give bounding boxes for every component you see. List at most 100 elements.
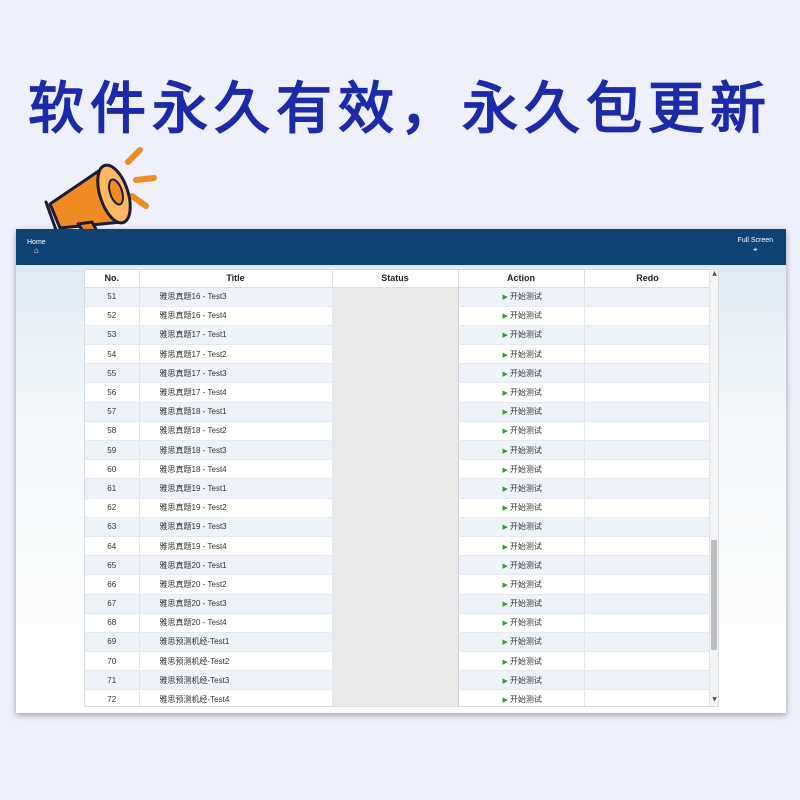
start-test-label: 开始测试 bbox=[509, 426, 542, 436]
row-status bbox=[331, 478, 459, 499]
row-redo[interactable] bbox=[584, 363, 712, 384]
start-test-button[interactable]: ▶ 开始测试 bbox=[458, 498, 585, 518]
row-redo[interactable] bbox=[584, 651, 712, 672]
start-test-button[interactable]: ▶ 开始测试 bbox=[458, 670, 585, 691]
row-redo[interactable] bbox=[584, 402, 712, 422]
start-test-label: 开始测试 bbox=[509, 618, 542, 628]
play-triangle-icon: ▶ bbox=[502, 524, 508, 532]
row-number: 72 bbox=[85, 689, 140, 706]
play-triangle-icon: ▶ bbox=[502, 313, 508, 321]
scroll-thumb[interactable] bbox=[711, 540, 717, 650]
start-test-label: 开始测试 bbox=[509, 330, 542, 340]
vertical-scrollbar[interactable]: ▲ ▼ bbox=[709, 270, 718, 706]
start-test-button[interactable]: ▶ 开始测试 bbox=[458, 325, 585, 346]
row-title: 雅思真题20 - Test2 bbox=[139, 574, 333, 595]
row-status bbox=[331, 670, 459, 691]
start-test-button[interactable]: ▶ 开始测试 bbox=[458, 478, 585, 499]
table-row: 71 雅思预测机经-Test3 ▶ 开始测试 bbox=[85, 670, 712, 691]
fullscreen-button[interactable]: Full Screen ⌖ bbox=[738, 237, 773, 254]
row-title: 雅思真题18 - Test4 bbox=[139, 459, 333, 480]
start-test-button[interactable]: ▶ 开始测试 bbox=[458, 440, 585, 461]
play-triangle-icon: ▶ bbox=[502, 601, 508, 609]
row-redo[interactable] bbox=[584, 517, 712, 537]
row-title: 雅思真题19 - Test3 bbox=[139, 517, 333, 537]
row-redo[interactable] bbox=[584, 459, 712, 480]
row-title: 雅思真题19 - Test1 bbox=[139, 478, 333, 499]
row-number: 71 bbox=[85, 670, 140, 691]
home-label: Home bbox=[27, 239, 46, 246]
row-redo[interactable] bbox=[584, 421, 712, 442]
row-redo[interactable] bbox=[584, 287, 712, 307]
row-number: 51 bbox=[85, 287, 140, 307]
table-row: 58 雅思真题18 - Test2 ▶ 开始测试 bbox=[85, 421, 712, 442]
start-test-button[interactable]: ▶ 开始测试 bbox=[458, 363, 585, 384]
start-test-button[interactable]: ▶ 开始测试 bbox=[458, 287, 585, 307]
home-button[interactable]: Home ⌂ bbox=[27, 239, 46, 255]
start-test-button[interactable]: ▶ 开始测试 bbox=[458, 574, 585, 595]
row-title: 雅思真题18 - Test2 bbox=[139, 421, 333, 442]
start-test-button[interactable]: ▶ 开始测试 bbox=[458, 536, 585, 557]
start-test-button[interactable]: ▶ 开始测试 bbox=[458, 555, 585, 576]
row-redo[interactable] bbox=[584, 555, 712, 576]
start-test-button[interactable]: ▶ 开始测试 bbox=[458, 517, 585, 537]
row-status bbox=[331, 421, 459, 442]
start-test-button[interactable]: ▶ 开始测试 bbox=[458, 689, 585, 706]
row-redo[interactable] bbox=[584, 670, 712, 691]
row-redo[interactable] bbox=[584, 478, 712, 499]
row-redo[interactable] bbox=[584, 613, 712, 633]
row-redo[interactable] bbox=[584, 689, 712, 706]
table-row: 63 雅思真题19 - Test3 ▶ 开始测试 bbox=[85, 517, 712, 537]
row-redo[interactable] bbox=[584, 632, 712, 653]
row-redo[interactable] bbox=[584, 574, 712, 595]
row-redo[interactable] bbox=[584, 536, 712, 557]
row-number: 53 bbox=[85, 325, 140, 346]
start-test-label: 开始测试 bbox=[509, 675, 542, 685]
start-test-button[interactable]: ▶ 开始测试 bbox=[458, 651, 585, 672]
start-test-button[interactable]: ▶ 开始测试 bbox=[458, 632, 585, 653]
row-status bbox=[331, 689, 459, 706]
row-title: 雅思预测机经-Test1 bbox=[139, 632, 333, 653]
start-test-label: 开始测试 bbox=[509, 483, 542, 493]
table-row: 52 雅思真题16 - Test4 ▶ 开始测试 bbox=[85, 306, 712, 326]
row-redo[interactable] bbox=[584, 306, 712, 326]
row-status bbox=[331, 344, 459, 365]
row-redo[interactable] bbox=[584, 382, 712, 403]
start-test-button[interactable]: ▶ 开始测试 bbox=[458, 459, 585, 480]
start-test-button[interactable]: ▶ 开始测试 bbox=[458, 613, 585, 633]
row-status bbox=[331, 536, 459, 557]
row-redo[interactable] bbox=[584, 498, 712, 518]
start-test-label: 开始测试 bbox=[509, 292, 542, 302]
play-triangle-icon: ▶ bbox=[502, 466, 508, 474]
row-redo[interactable] bbox=[584, 344, 712, 365]
row-status bbox=[331, 498, 459, 518]
start-test-button[interactable]: ▶ 开始测试 bbox=[458, 402, 585, 422]
start-test-button[interactable]: ▶ 开始测试 bbox=[458, 421, 585, 442]
row-status bbox=[331, 632, 459, 653]
row-title: 雅思真题18 - Test1 bbox=[139, 402, 333, 422]
row-number: 63 bbox=[85, 517, 140, 537]
app-window: Home ⌂ Full Screen ⌖ No. Title Status Ac… bbox=[16, 229, 786, 713]
expand-icon: ⌖ bbox=[753, 245, 758, 254]
start-test-button[interactable]: ▶ 开始测试 bbox=[458, 344, 585, 365]
start-test-button[interactable]: ▶ 开始测试 bbox=[458, 382, 585, 403]
row-redo[interactable] bbox=[584, 440, 712, 461]
row-title: 雅思真题20 - Test3 bbox=[139, 594, 333, 614]
test-table: No. Title Status Action Redo 51 雅思真题16 - … bbox=[85, 270, 712, 706]
row-number: 65 bbox=[85, 555, 140, 576]
row-redo[interactable] bbox=[584, 325, 712, 346]
row-status bbox=[331, 613, 459, 633]
row-status bbox=[331, 440, 459, 461]
scroll-down-arrow-icon[interactable]: ▼ bbox=[710, 696, 718, 706]
row-status bbox=[331, 382, 459, 403]
row-number: 67 bbox=[85, 594, 140, 614]
scroll-up-arrow-icon[interactable]: ▲ bbox=[710, 270, 718, 280]
row-status bbox=[331, 363, 459, 384]
column-header-action: Action bbox=[458, 270, 585, 288]
start-test-button[interactable]: ▶ 开始测试 bbox=[458, 594, 585, 614]
column-header-status: Status bbox=[332, 270, 459, 288]
start-test-button[interactable]: ▶ 开始测试 bbox=[458, 306, 585, 326]
table-row: 56 雅思真题17 - Test4 ▶ 开始测试 bbox=[85, 382, 712, 403]
play-triangle-icon: ▶ bbox=[502, 428, 508, 436]
row-redo[interactable] bbox=[584, 594, 712, 614]
row-status bbox=[331, 651, 459, 672]
